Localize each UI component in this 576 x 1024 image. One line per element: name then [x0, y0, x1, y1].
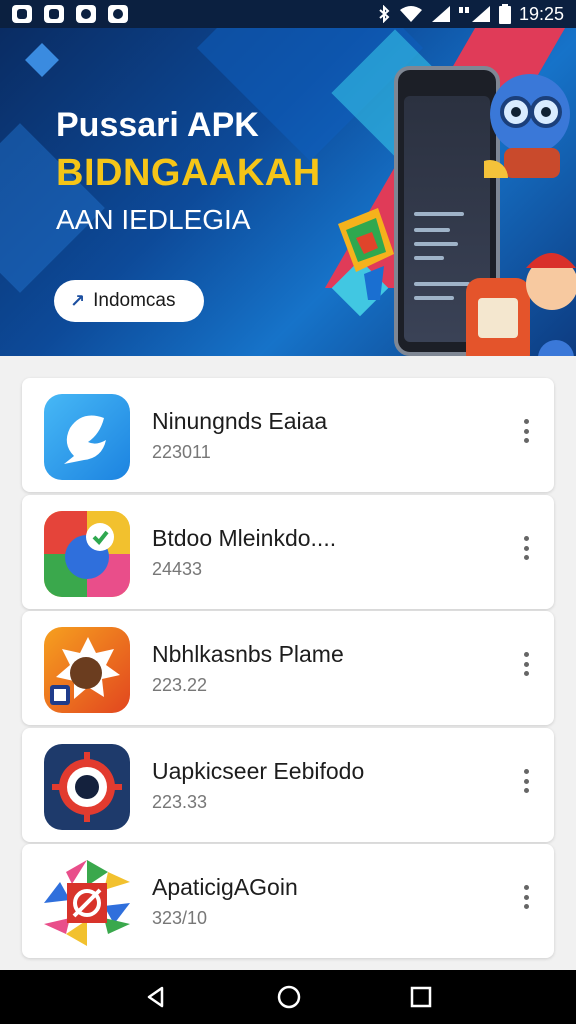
- firefighter-mascot-icon: [466, 253, 576, 356]
- chat-icon: [108, 5, 128, 23]
- more-options-icon[interactable]: [514, 766, 538, 796]
- app-name: ApaticigAGoin: [152, 874, 298, 900]
- more-options-icon[interactable]: [514, 882, 538, 912]
- list-item[interactable]: Ninungnds Eaiaa 223011: [22, 378, 554, 492]
- list-item[interactable]: Uapkicseer Eebifodo 223.33: [22, 728, 554, 842]
- promo-banner[interactable]: Pussari APK BIDNGAAKAH AAN IEDLEGIA ↗ In…: [0, 28, 576, 356]
- wifi-icon: [399, 6, 422, 22]
- banner-cta-button[interactable]: ↗ Indomcas: [54, 280, 204, 322]
- app-name: Nbhlkasnbs Plame: [152, 641, 344, 667]
- app-meta: 323/10: [152, 908, 208, 928]
- trend-arrow-icon: ↗: [70, 290, 86, 311]
- colorful-check-icon: [44, 511, 130, 597]
- banner-headline: BIDNGAAKAH: [56, 152, 321, 194]
- app-meta: 223011: [152, 442, 211, 462]
- more-options-icon[interactable]: [514, 649, 538, 679]
- messenger-icon: [76, 5, 96, 23]
- status-bar: 19:25: [0, 0, 576, 28]
- more-options-icon[interactable]: [514, 416, 538, 446]
- system-icons: 19:25: [377, 4, 564, 25]
- banner-decor-shape: [25, 43, 59, 77]
- app-name: Btdoo Mleinkdo....: [152, 525, 337, 551]
- compass-game-icon: [44, 860, 130, 946]
- banner-title: Pussari APK: [56, 106, 259, 144]
- banner-cta-label: Indomcas: [93, 290, 176, 311]
- notification-icons: [12, 5, 128, 23]
- app-meta: 223.33: [152, 792, 208, 812]
- fruit-game-icon: [44, 627, 130, 713]
- list-item[interactable]: ApaticigAGoin 323/10: [22, 844, 554, 958]
- signal-icon-2: [458, 6, 490, 22]
- app-meta: 24433: [152, 559, 203, 579]
- app-meta: 223.22: [152, 675, 208, 695]
- home-icon[interactable]: [276, 984, 302, 1010]
- app-name: Ninungnds Eaiaa: [152, 408, 328, 434]
- signal-icon: [431, 6, 450, 22]
- recents-icon[interactable]: [410, 986, 432, 1008]
- banner-subtitle: AAN IEDLEGIA: [56, 204, 251, 235]
- list-item[interactable]: Nbhlkasnbs Plame 223.22: [22, 611, 554, 725]
- notification-icon: [12, 5, 32, 23]
- bird-chat-icon: [44, 394, 130, 480]
- target-eye-icon: [44, 744, 130, 830]
- gallery-icon: [44, 5, 64, 23]
- app-list: Ninungnds Eaiaa 223011 Btdoo Mleinkdo...…: [22, 378, 554, 960]
- battery-icon: [498, 4, 511, 24]
- game-controller-decor-icon: [338, 208, 394, 300]
- navigation-bar: [0, 970, 576, 1024]
- app-name: Uapkicseer Eebifodo: [152, 758, 365, 784]
- more-options-icon[interactable]: [514, 533, 538, 563]
- status-time: 19:25: [518, 3, 564, 24]
- bluetooth-icon: [379, 5, 390, 23]
- back-icon[interactable]: [144, 985, 168, 1009]
- list-item[interactable]: Btdoo Mleinkdo.... 24433: [22, 495, 554, 609]
- robot-mascot-icon: [484, 74, 570, 178]
